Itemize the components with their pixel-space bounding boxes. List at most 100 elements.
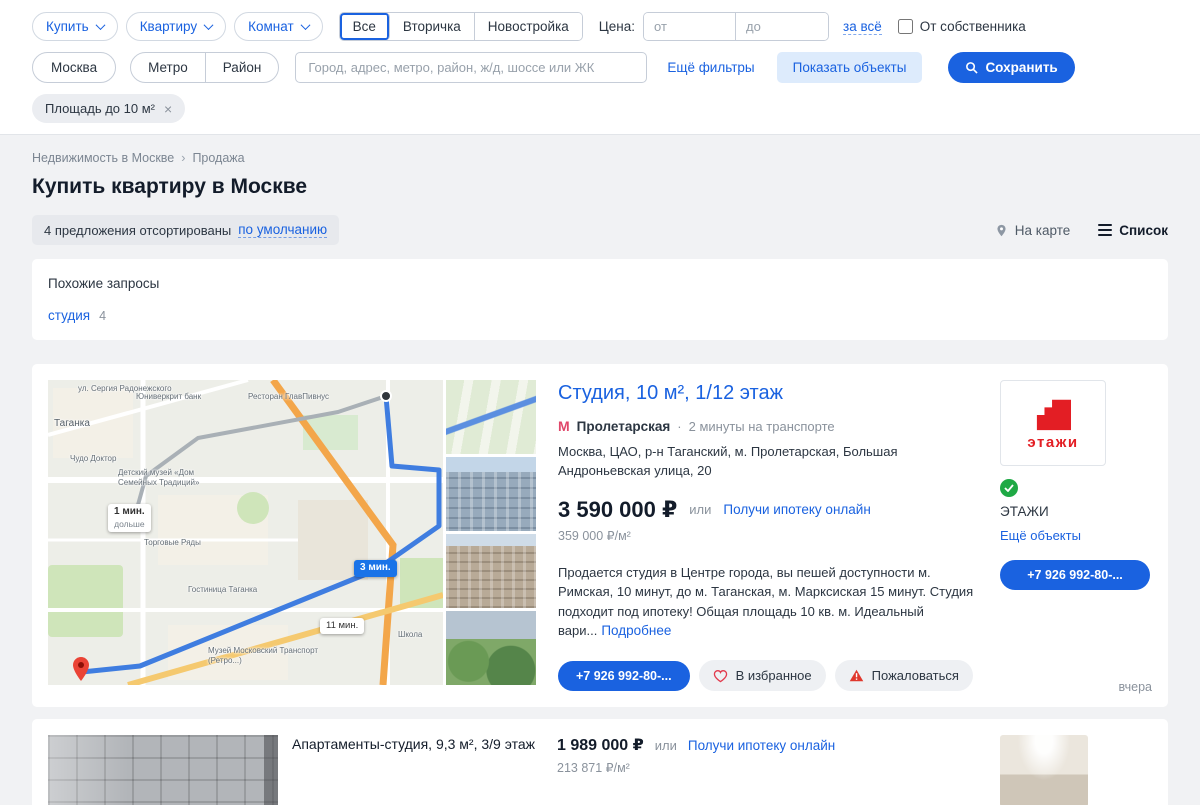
search-input[interactable] (295, 52, 648, 83)
deal-type-dropdown[interactable]: Купить (32, 12, 118, 41)
show-phone-button[interactable]: +7 926 992-80-... (558, 660, 690, 691)
show-objects-button[interactable]: Показать объекты (776, 52, 923, 83)
agency-name[interactable]: ЭТАЖИ (1000, 504, 1049, 519)
listing-description: Продается студия в Центре города, вы пеш… (558, 563, 982, 642)
sort-dropdown-link[interactable]: по умолчанию (238, 222, 328, 238)
tab-newbuild[interactable]: Новостройка (474, 13, 582, 40)
breadcrumb-root[interactable]: Недвижимость в Москве (32, 151, 174, 165)
map-view-label: На карте (1014, 222, 1071, 238)
price-row: 3 590 000 ₽ или Получи ипотеку онлайн (558, 497, 982, 523)
property-type-dropdown[interactable]: Квартиру (125, 12, 227, 41)
listing-photo-thumbnail[interactable] (446, 611, 536, 685)
price-per-m2: 359 000 ₽/м² (558, 528, 631, 543)
similar-query-link[interactable]: студия (48, 308, 90, 323)
listing-photo-thumbnail[interactable] (446, 380, 536, 454)
metro-icon: М (558, 418, 570, 434)
breadcrumb: Недвижимость в Москве › Продажа (32, 151, 1168, 165)
listing-map[interactable]: ул. Сергия Радонежского Юниверкрит банк … (48, 380, 443, 685)
tab-secondary[interactable]: Вторичка (389, 13, 475, 40)
map-poi: Юниверкрит банк (136, 392, 202, 401)
route-alt-note: дольше (114, 518, 145, 529)
favorite-button[interactable]: В избранное (698, 660, 826, 692)
agency-phone-button[interactable]: +7 926 992-80-... (1000, 560, 1150, 590)
listing-photo-thumbnail[interactable] (446, 534, 536, 608)
filter-row-1: Купить Квартиру Комнат Все Вторичка Ново… (32, 12, 1168, 41)
report-button[interactable]: Пожаловаться (834, 660, 973, 692)
agency-block: этажи ЭТАЖИ Ещё объекты +7 926 992-80-..… (1000, 380, 1152, 691)
mortgage-link[interactable]: Получи ипотеку онлайн (723, 502, 870, 517)
region-button[interactable]: Москва (32, 52, 117, 83)
listing-card-2: Апартаменты-студия, 9,3 м², 3/9 этаж 1 9… (32, 719, 1168, 805)
property-type-label: Квартиру (139, 19, 198, 34)
verified-icon (1000, 479, 1018, 497)
listing-photo-thumbnail[interactable] (1000, 735, 1088, 805)
tab-all[interactable]: Все (339, 13, 390, 40)
filter-row-2: Москва Метро Район Ещё фильтры Показать … (32, 52, 1168, 83)
listing-media: ул. Сергия Радонежского Юниверкрит банк … (48, 380, 536, 691)
chevron-down-icon (203, 20, 214, 31)
close-icon[interactable]: × (164, 102, 172, 116)
listing-thumbnails (446, 380, 536, 691)
applied-filter-chip[interactable]: Площадь до 10 м² × (32, 94, 186, 123)
price-to-input[interactable] (736, 13, 829, 40)
district-button[interactable]: Район (206, 53, 279, 82)
page-title: Купить квартиру в Москве (32, 175, 308, 198)
rooms-label: Комнат (248, 19, 294, 34)
route-time-alt-label: 1 мин. дольше (108, 504, 151, 533)
price-range-inputs (643, 12, 830, 41)
price-mode-link[interactable]: за всё (843, 19, 882, 35)
listing-card-1: ул. Сергия Радонежского Юниверкрит банк … (32, 364, 1168, 708)
results-summary: 4 предложения отсортированы по умолчанию (32, 215, 340, 245)
breadcrumb-current: Продажа (192, 151, 245, 165)
mortgage-link[interactable]: Получи ипотеку онлайн (688, 738, 835, 753)
listing-actions: +7 926 992-80-... В избранное Пожаловать… (558, 660, 982, 692)
agency-logo[interactable]: этажи (1000, 380, 1106, 466)
map-poi: Таганка (54, 418, 90, 429)
listing-title-link[interactable]: Студия, 10 м², 1/12 этаж (558, 382, 783, 405)
listing-title-link[interactable]: Апартаменты-студия, 9,3 м², 3/9 этаж (292, 735, 544, 755)
read-more-link[interactable]: Подробнее (601, 623, 671, 638)
chevron-down-icon (95, 20, 106, 31)
price-from-input[interactable] (644, 13, 737, 40)
rooms-dropdown[interactable]: Комнат (234, 12, 323, 41)
agency-logo-icon (1036, 399, 1071, 430)
map-poi: Ресторан ГлавПивнус (248, 392, 330, 401)
listing-price: 3 590 000 ₽ (558, 496, 678, 522)
map-poi: Чудо Доктор (70, 454, 117, 463)
price-block: 1 989 000 ₽ или Получи ипотеку онлайн 21… (544, 735, 835, 775)
route-time-main-label: 3 мин. (354, 560, 397, 577)
report-label: Пожаловаться (871, 668, 959, 684)
route-time-walk-label: 11 мин. (320, 618, 365, 634)
listing-address: Москва, ЦАО, р-н Таганский, м. Пролетарс… (558, 444, 898, 478)
map-view-toggle[interactable]: На карте (995, 223, 1070, 238)
owner-checkbox[interactable] (897, 19, 913, 34)
favorite-label: В избранное (735, 668, 812, 684)
map-poi: Торговые Ряды (144, 538, 201, 547)
similar-query-count: 4 (99, 309, 107, 323)
listing-side-block: ID 40345312 (1000, 735, 1152, 805)
listing-info: Студия, 10 м², 1/12 этаж М Пролетарская … (536, 380, 1000, 692)
deal-type-label: Купить (46, 19, 89, 34)
metro-row: М Пролетарская · 2 минуты на транспорте (558, 418, 982, 434)
chevron-down-icon (300, 20, 311, 31)
list-view-toggle[interactable]: Список (1098, 223, 1168, 238)
listing-photo-thumbnail[interactable] (446, 457, 536, 531)
owner-checkbox-text: От собственника (919, 19, 1026, 34)
metro-button[interactable]: Метро (131, 53, 206, 82)
save-search-button[interactable]: Сохранить (948, 52, 1075, 83)
heart-icon (713, 669, 727, 683)
owner-checkbox-label[interactable]: От собственника (897, 19, 1026, 34)
results-count-text: 4 предложения отсортированы (44, 222, 232, 238)
similar-queries-links: студия 4 (48, 308, 1152, 323)
metro-station[interactable]: Пролетарская (577, 419, 671, 434)
or-label: или (654, 737, 677, 753)
more-filters-link[interactable]: Ещё фильтры (667, 60, 754, 75)
agency-more-link[interactable]: Ещё объекты (1000, 528, 1081, 543)
filter-bar: Купить Квартиру Комнат Все Вторичка Ново… (0, 0, 1200, 123)
market-tabs: Все Вторичка Новостройка (338, 12, 583, 41)
listing-photo[interactable] (48, 735, 278, 805)
listing-info: Апартаменты-студия, 9,3 м², 3/9 этаж 1 9… (278, 735, 1000, 805)
route-alt-time: 1 мин. (114, 506, 145, 517)
view-toggles: На карте Список (995, 223, 1168, 238)
agency-logo-text: этажи (1027, 433, 1079, 451)
